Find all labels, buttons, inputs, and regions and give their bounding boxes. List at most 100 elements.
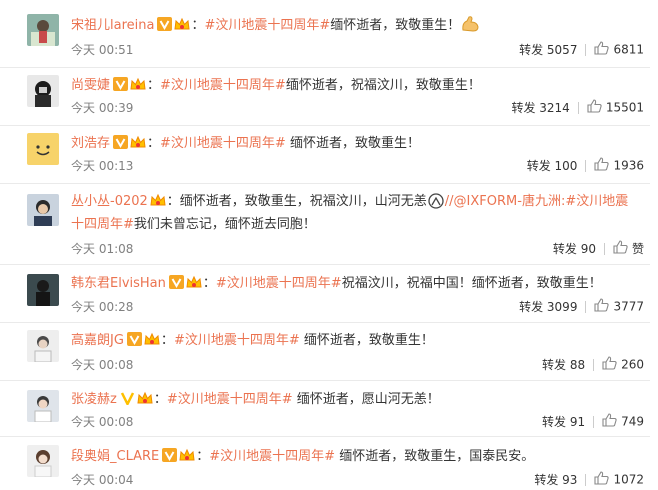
comment-line: 高嘉朗JG ：#汶川地震十四周年# 缅怀逝者，致敬重生！	[71, 331, 434, 352]
like-count[interactable]: 15501	[606, 101, 644, 115]
comment-item: 丛小丛-0202 ：缅怀逝者，致敬重生，祝福汶川，山河无恙 //@IXFORM-唐九…	[0, 183, 650, 265]
hashtag-link[interactable]: 十四周年#	[71, 217, 134, 232]
hashtag-link[interactable]: #汶川地震十四周年#	[160, 136, 286, 151]
like-count[interactable]: 3777	[613, 300, 644, 314]
username-link[interactable]: 尚雯婕	[71, 78, 110, 93]
mention-link[interactable]: //@IXFORM-唐九洲	[445, 194, 561, 209]
avatar[interactable]	[27, 330, 59, 362]
thumbs-up-icon[interactable]	[587, 99, 602, 116]
thumbs-up-icon[interactable]	[594, 471, 610, 488]
colon-text: ：	[147, 136, 161, 151]
comment-item: 韩东君ElvisHan ：#汶川地震十四周年#祝福汶川，祝福中国！缅怀逝者，致敬重…	[0, 264, 650, 323]
repost-button[interactable]: 转发 93	[534, 473, 577, 487]
crown-icon	[143, 331, 161, 352]
verified-icon	[113, 135, 129, 154]
like-count[interactable]: 1072	[613, 473, 644, 487]
username-link[interactable]: 丛小丛-0202	[71, 194, 148, 209]
hashtag-link[interactable]: #汶川地震十四周年#	[204, 18, 330, 33]
crown-icon	[178, 447, 196, 468]
crown-icon	[185, 274, 203, 295]
actions-bar: 转发 90 赞	[553, 240, 644, 257]
avatar[interactable]	[27, 194, 59, 226]
repost-button[interactable]: 转发 88	[542, 358, 585, 372]
avatar[interactable]	[27, 445, 59, 477]
timestamp: 今天 00:51	[71, 43, 134, 57]
username-link[interactable]: 段奥娟_CLARE	[71, 449, 159, 464]
like-count[interactable]: 1936	[613, 159, 644, 173]
like-button-label[interactable]: 赞	[632, 242, 644, 256]
verified-icon	[162, 448, 178, 467]
username-link[interactable]: 刘浩存	[71, 136, 110, 151]
verified-icon	[157, 17, 173, 36]
hashtag-link[interactable]: #汶川地震十四周年#	[216, 276, 342, 291]
verified-icon	[120, 391, 135, 410]
comment-line: 张凌赫z ：#汶川地震十四周年# 缅怀逝者，愿山河无恙！	[71, 390, 440, 411]
repost-button[interactable]: 转发 90	[553, 242, 596, 256]
colon-text: ：	[202, 276, 216, 291]
thumbs-up-icon[interactable]	[613, 240, 628, 257]
like-count[interactable]: 6811	[613, 43, 644, 57]
repost-button[interactable]: 转发 3099	[519, 300, 577, 314]
comment-item: 高嘉朗JG ：#汶川地震十四周年# 缅怀逝者，致敬重生！ 今天 00:08 转发 …	[0, 322, 650, 381]
actions-bar: 转发 93 1072	[534, 471, 644, 488]
avatar[interactable]	[27, 14, 59, 46]
username-link[interactable]: 高嘉朗JG	[71, 333, 124, 348]
hashtag-link[interactable]: #汶川地震十四周年#	[167, 392, 293, 407]
timestamp: 今天 00:28	[71, 300, 134, 314]
avatar[interactable]	[27, 133, 59, 165]
actions-bar: 转发 88 260	[542, 356, 644, 373]
actions-bar: 转发 91 749	[542, 413, 644, 430]
colon-text: ：	[196, 449, 210, 464]
hashtag-link[interactable]: #汶川地震十四周年#	[209, 449, 335, 464]
divider	[585, 300, 587, 313]
repost-button[interactable]: 转发 100	[527, 159, 578, 173]
avatar[interactable]	[27, 390, 59, 422]
thumbs-up-icon[interactable]	[602, 413, 617, 430]
comment-line: 尚雯婕 ：#汶川地震十四周年#缅怀逝者，祝福汶川，致敬重生！	[71, 76, 481, 97]
comment-line: 韩东君ElvisHan ：#汶川地震十四周年#祝福汶川，祝福中国！缅怀逝者，致敬重…	[71, 274, 602, 295]
like-count[interactable]: 749	[621, 415, 644, 429]
like-count[interactable]: 260	[621, 358, 644, 372]
thumbs-up-icon[interactable]	[594, 298, 610, 315]
colon-text: ：	[147, 78, 161, 93]
avatar[interactable]	[27, 75, 59, 107]
username-link[interactable]: 宋祖儿lareina	[71, 18, 154, 33]
divider	[585, 473, 587, 486]
crown-icon	[149, 192, 167, 213]
avatar[interactable]	[27, 274, 59, 306]
actions-bar: 转发 3099 3777	[519, 298, 644, 315]
comment-text: 缅怀逝者，致敬重生！	[285, 136, 420, 151]
verified-icon	[113, 77, 129, 96]
comment-text: 缅怀逝者，致敬重生！	[330, 18, 461, 33]
timestamp: 今天 00:08	[71, 358, 134, 372]
hashtag-link[interactable]: #汶川地震十四周年#	[160, 78, 286, 93]
comment-item: 刘浩存 ：#汶川地震十四周年# 缅怀逝者，致敬重生！ 今天 00:13 转发 10…	[0, 125, 650, 184]
verified-icon	[168, 275, 184, 294]
comment-feed: 宋祖儿lareina ：#汶川地震十四周年#缅怀逝者，致敬重生！ 今天 00:51…	[0, 0, 658, 490]
flexed-biceps-icon	[460, 15, 480, 38]
thumbs-up-icon[interactable]	[594, 41, 610, 58]
username-link[interactable]: 张凌赫z	[71, 392, 117, 407]
hashtag-link[interactable]: :#汶川地震	[561, 194, 628, 209]
timestamp: 今天 01:08	[71, 242, 134, 256]
divider	[603, 242, 605, 255]
thumbs-up-icon[interactable]	[602, 356, 617, 373]
crown-icon	[129, 134, 147, 155]
actions-bar: 转发 3214 15501	[511, 99, 644, 116]
timestamp: 今天 00:39	[71, 101, 134, 115]
comment-line: 段奥娟_CLARE ：#汶川地震十四周年# 缅怀逝者，致敬重生，国泰民安。	[71, 447, 534, 468]
comment-item: 宋祖儿lareina ：#汶川地震十四周年#缅怀逝者，致敬重生！ 今天 00:51…	[0, 0, 650, 68]
comment-text: 祝福汶川，祝福中国！缅怀逝者，致敬重生！	[341, 276, 602, 291]
crown-icon	[129, 76, 147, 97]
crown-icon	[136, 390, 154, 411]
repost-button[interactable]: 转发 91	[542, 415, 585, 429]
comment-line: 刘浩存 ：#汶川地震十四周年# 缅怀逝者，致敬重生！	[71, 134, 420, 155]
timestamp: 今天 00:04	[71, 473, 134, 487]
repost-button[interactable]: 转发 3214	[511, 101, 569, 115]
comment-text: 缅怀逝者，祝福汶川，致敬重生！	[285, 78, 481, 93]
comment-item: 段奥娟_CLARE ：#汶川地震十四周年# 缅怀逝者，致敬重生，国泰民安。 今天 …	[0, 436, 650, 490]
hashtag-link[interactable]: #汶川地震十四周年#	[174, 333, 300, 348]
repost-button[interactable]: 转发 5057	[519, 43, 577, 57]
thumbs-up-icon[interactable]	[594, 157, 610, 174]
username-link[interactable]: 韩东君ElvisHan	[71, 276, 166, 291]
